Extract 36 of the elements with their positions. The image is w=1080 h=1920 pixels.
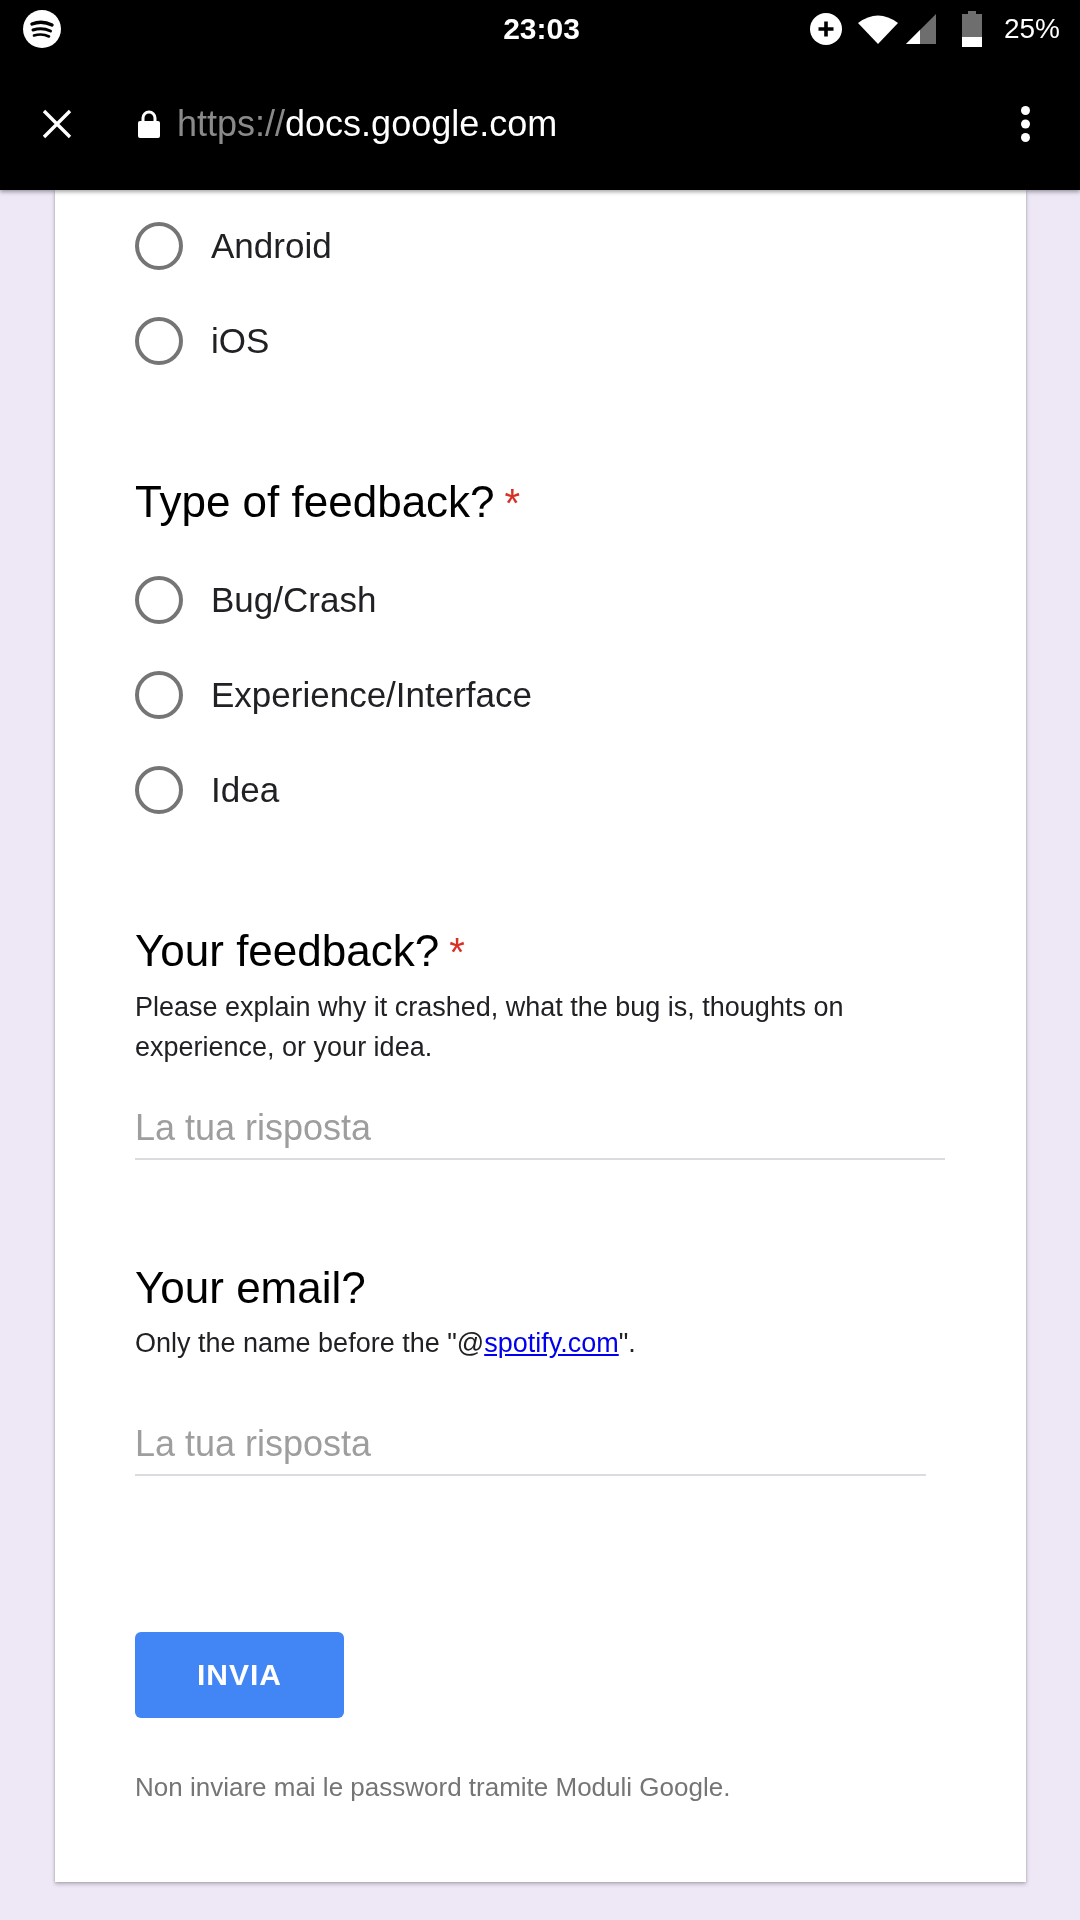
option-label[interactable]: Android [211,225,332,266]
email-domain-link[interactable]: spotify.com [484,1328,619,1358]
radio-button[interactable] [135,575,183,624]
option-label[interactable]: Idea [211,769,280,810]
url-host: docs.google.com [285,102,558,144]
question-description: Only the name before the "@spotify.com". [135,1327,637,1360]
close-icon [42,108,72,139]
question-title: Your email? [135,1263,366,1312]
question-title: Your feedback? [135,926,440,975]
plus-circle-icon [809,12,842,45]
option-label[interactable]: Experience/Interface [211,674,532,715]
password-warning: Non inviare mai le password tramite Moduli Google. [135,1771,732,1804]
battery-icon [961,10,982,47]
radio-button[interactable] [135,670,183,719]
radio-button[interactable] [135,316,183,365]
required-asterisk: * [449,930,465,974]
option-label[interactable]: iOS [211,320,270,361]
more-options-button[interactable] [1021,105,1030,142]
striped-circle-icon [23,9,61,48]
question-description: Please explain why it crashed, what the bug is, thoughts on experience, or your idea. [135,991,845,1064]
answer-field[interactable]: La tua risposta [135,1098,945,1160]
battery-percent: 25% [1003,12,1060,45]
status-time: 23:03 [503,11,580,46]
question-title: Type of feedback? [135,477,495,526]
submit-button[interactable]: INVIA [135,1632,344,1718]
url-scheme: https:// [177,102,286,144]
more-vertical-icon [1021,105,1030,142]
radio-button[interactable] [135,765,183,814]
answer-field[interactable]: La tua risposta [135,1414,926,1476]
wifi-icon [857,13,898,44]
option-label[interactable]: Bug/Crash [211,579,377,620]
close-button[interactable] [42,108,72,139]
signal-icon [905,13,936,44]
required-asterisk: * [504,481,521,525]
lock-icon [138,109,160,138]
radio-button[interactable] [135,221,183,270]
